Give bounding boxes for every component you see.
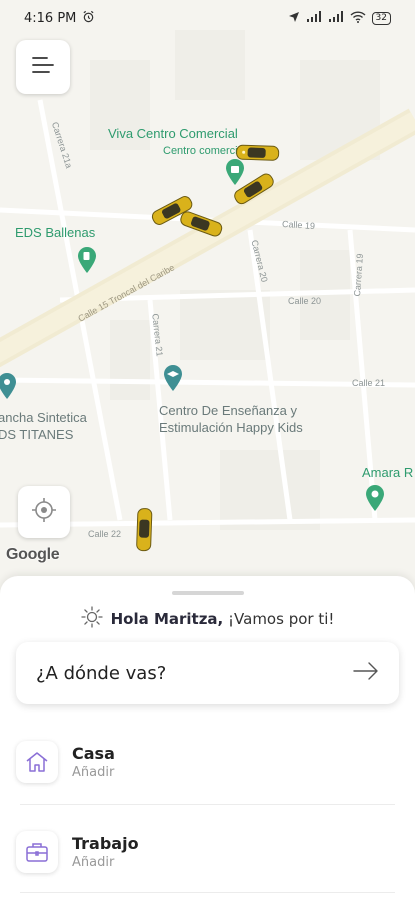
poi-cancha-line1[interactable]: ancha Sintetica <box>0 409 87 426</box>
alarm-icon <box>82 10 95 27</box>
sheet-handle[interactable] <box>172 591 244 595</box>
divider <box>20 804 395 805</box>
street-calle21: Calle 21 <box>352 378 386 388</box>
signal-icon <box>306 10 322 26</box>
favorite-home-title: Casa <box>72 744 115 763</box>
arrow-right-icon <box>353 662 379 684</box>
my-location-button[interactable] <box>18 486 70 538</box>
poi-cancha-line2[interactable]: DS TITANES <box>0 426 73 443</box>
signal-icon-2 <box>328 10 344 26</box>
poi-centro-line1[interactable]: Centro De Enseñanza y <box>159 402 297 419</box>
greeting-name: Hola Maritza, <box>110 610 224 628</box>
greeting-text: ¡Vamos por ti! <box>223 610 335 628</box>
menu-button[interactable] <box>16 40 70 94</box>
destination-search-button[interactable]: ¿A dónde vas? <box>16 642 399 704</box>
status-bar: 4:16 PM 32 <box>0 0 415 36</box>
favorite-work-subtitle: Añadir <box>72 855 115 870</box>
google-logo: Google <box>6 546 60 563</box>
favorite-work-title: Trabajo <box>72 834 139 853</box>
poi-viva-label[interactable]: Viva Centro Comercial <box>108 125 238 142</box>
poi-eds-label[interactable]: EDS Ballenas <box>15 224 95 241</box>
favorite-home-item[interactable]: Casa Añadir <box>16 732 399 792</box>
briefcase-icon <box>16 831 58 873</box>
divider <box>20 892 395 893</box>
sun-icon <box>80 606 103 632</box>
location-arrow-icon <box>288 11 300 26</box>
destination-prompt: ¿A dónde vas? <box>36 662 167 684</box>
favorite-home-subtitle: Añadir <box>72 765 115 780</box>
poi-centro-line2[interactable]: Estimulación Happy Kids <box>159 419 303 436</box>
battery-indicator: 32 <box>371 11 391 25</box>
favorite-work-item[interactable]: Trabajo Añadir <box>16 822 399 882</box>
bottom-sheet: Hola Maritza, ¡Vamos por ti! ¿A dónde va… <box>0 576 415 900</box>
poi-amara-label[interactable]: Amara R <box>362 464 413 481</box>
crosshair-icon <box>31 497 57 527</box>
wifi-icon <box>350 10 366 26</box>
greeting: Hola Maritza, ¡Vamos por ti! <box>0 606 415 632</box>
street-calle20: Calle 20 <box>288 296 322 306</box>
menu-icon <box>31 56 55 78</box>
home-icon <box>16 741 58 783</box>
status-time: 4:16 PM <box>24 10 77 26</box>
street-calle22: Calle 22 <box>88 529 122 539</box>
